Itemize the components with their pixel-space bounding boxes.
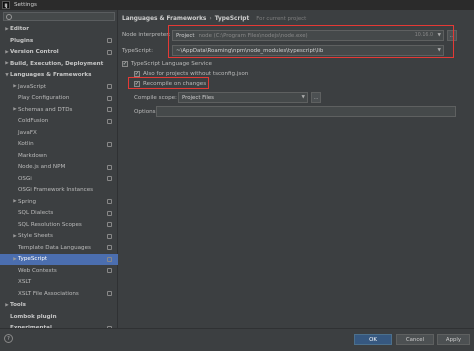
sidebar-item-xslt-file-associations[interactable]: XSLT File Associations — [0, 289, 118, 300]
project-settings-icon — [107, 141, 112, 147]
sidebar-item-coldfusion[interactable]: ColdFusion — [0, 116, 118, 127]
title-bar: IJ Settings — [0, 0, 474, 10]
sidebar-item-tools[interactable]: ▶ Tools — [0, 300, 118, 311]
project-settings-icon — [107, 291, 112, 297]
sidebar-item-template-data-languages[interactable]: Template Data Languages — [0, 243, 118, 254]
edit-scope-button[interactable]: ... — [311, 92, 321, 103]
settings-sidebar: ▶ Editor Plugins ▶ Version Control ▶ Build, Ex… — [0, 10, 118, 331]
sidebar-item-spring[interactable]: ▶ Spring — [0, 197, 118, 208]
project-settings-icon — [107, 245, 112, 251]
sidebar-item-label: Node.js and NPM — [18, 164, 66, 171]
sidebar-item-plugins[interactable]: Plugins — [0, 36, 118, 47]
sidebar-item-schemas-and-dtds[interactable]: ▶ Schemas and DTDs — [0, 105, 118, 116]
sidebar-item-label: Web Contexts — [18, 267, 57, 274]
options-input[interactable] — [156, 106, 456, 117]
sidebar-item-label: Tools — [10, 302, 27, 309]
sidebar-item-label: Play Configuration — [18, 95, 70, 102]
cancel-button[interactable]: Cancel — [396, 334, 434, 345]
project-settings-icon — [107, 84, 112, 90]
sidebar-item-editor[interactable]: ▶ Editor — [0, 24, 118, 35]
sidebar-item-label: TypeScript — [18, 256, 48, 263]
sidebar-item-label: Style Sheets — [18, 233, 53, 240]
sidebar-item-lombok-plugin[interactable]: Lombok plugin — [0, 312, 118, 323]
window-title: Settings — [14, 2, 37, 8]
sidebar-item-javascript[interactable]: ▶ JavaScript — [0, 82, 118, 93]
sidebar-item-label: OSGi — [18, 175, 32, 182]
settings-search-input[interactable] — [3, 12, 115, 21]
highlight-box-recompile — [128, 77, 209, 89]
highlight-box-paths — [168, 25, 454, 58]
sidebar-item-label: Kotlin — [18, 141, 34, 148]
sidebar-item-label: XSLT File Associations — [18, 290, 79, 297]
project-settings-icon — [107, 38, 112, 44]
sidebar-item-osgi-framework-instances[interactable]: OSGi Framework Instances — [0, 185, 118, 196]
project-settings-icon — [107, 164, 112, 170]
sidebar-item-label: Markdown — [18, 152, 47, 159]
dialog-footer: ? OK Cancel Apply — [0, 328, 474, 351]
breadcrumb-separator: › — [209, 16, 212, 22]
help-icon[interactable]: ? — [4, 334, 13, 343]
sidebar-item-languages-frameworks[interactable]: ▼ Languages & Frameworks — [0, 70, 118, 81]
project-scope-note: For current project — [256, 16, 307, 22]
breadcrumb-parent[interactable]: Languages & Frameworks — [122, 16, 206, 22]
sidebar-item-label: Template Data Languages — [18, 244, 91, 251]
project-settings-icon — [107, 222, 112, 228]
sidebar-item-label: ColdFusion — [18, 118, 49, 125]
compile-scope-label: Compile scope: — [134, 95, 177, 101]
sidebar-item-label: Languages & Frameworks — [10, 72, 92, 79]
project-settings-icon — [107, 210, 112, 216]
project-settings-icon — [107, 95, 112, 101]
language-service-label: TypeScript Language Service — [131, 61, 212, 67]
sidebar-item-label: XSLT — [18, 279, 32, 286]
compile-scope-value: Project Files — [182, 94, 214, 101]
sidebar-item-markdown[interactable]: Markdown — [0, 151, 118, 162]
sidebar-item-sql-dialects[interactable]: SQL Dialects — [0, 208, 118, 219]
sidebar-item-build-execution-deployment[interactable]: ▶ Build, Execution, Deployment — [0, 59, 118, 70]
sidebar-item-label: Schemas and DTDs — [18, 106, 73, 113]
apply-button[interactable]: Apply — [437, 334, 470, 345]
search-icon — [6, 13, 12, 20]
project-settings-icon — [107, 268, 112, 274]
sidebar-item-osgi[interactable]: OSGi — [0, 174, 118, 185]
sidebar-item-label: Editor — [10, 26, 30, 33]
sidebar-item-xslt[interactable]: XSLT — [0, 277, 118, 288]
sidebar-item-label: OSGi Framework Instances — [18, 187, 94, 194]
sidebar-item-version-control[interactable]: ▶ Version Control — [0, 47, 118, 58]
sidebar-item-label: SQL Dialects — [18, 210, 54, 217]
sidebar-item-play-configuration[interactable]: Play Configuration — [0, 93, 118, 104]
breadcrumb-current: TypeScript — [214, 16, 250, 22]
sidebar-item-label: JavaFX — [18, 129, 37, 136]
breadcrumb: Languages & Frameworks › TypeScript For … — [122, 16, 306, 22]
project-settings-icon — [107, 49, 112, 55]
sidebar-item-label: Spring — [18, 198, 37, 205]
sidebar-item-label: SQL Resolution Scopes — [18, 221, 82, 228]
sidebar-item-web-contexts[interactable]: Web Contexts — [0, 266, 118, 277]
sidebar-item-kotlin[interactable]: Kotlin — [0, 139, 118, 150]
node-interpreter-label: Node interpreter: — [122, 32, 171, 38]
typescript-label: TypeScript: — [122, 48, 153, 54]
sidebar-item-node-js-and-npm[interactable]: Node.js and NPM — [0, 162, 118, 173]
project-settings-icon — [107, 256, 112, 262]
sidebar-item-label: Build, Execution, Deployment — [10, 60, 104, 67]
project-settings-icon — [107, 118, 112, 124]
project-settings-icon — [107, 199, 112, 205]
options-label: Options: — [134, 109, 158, 115]
sidebar-item-label: Lombok plugin — [10, 313, 57, 320]
sidebar-item-javafx[interactable]: JavaFX — [0, 128, 118, 139]
project-settings-icon — [107, 176, 112, 182]
sidebar-item-label: Version Control — [10, 49, 59, 56]
typescript-settings-panel: Languages & Frameworks › TypeScript For … — [119, 10, 474, 328]
app-logo-icon: IJ — [2, 1, 10, 9]
sidebar-item-label: Plugins — [10, 37, 34, 44]
sidebar-item-style-sheets[interactable]: ▶ Style Sheets — [0, 231, 118, 242]
project-settings-icon — [107, 233, 112, 239]
sidebar-item-typescript[interactable]: ▶ TypeScript — [0, 254, 118, 265]
chevron-down-icon: ▼ — [301, 95, 305, 100]
compile-scope-select[interactable]: Project Files ▼ — [178, 92, 308, 103]
project-settings-icon — [107, 107, 112, 113]
sidebar-item-sql-resolution-scopes[interactable]: SQL Resolution Scopes — [0, 220, 118, 231]
sidebar-item-label: JavaScript — [18, 83, 47, 90]
language-service-checkbox[interactable]: ✓ — [122, 61, 128, 67]
ok-button[interactable]: OK — [354, 334, 392, 345]
